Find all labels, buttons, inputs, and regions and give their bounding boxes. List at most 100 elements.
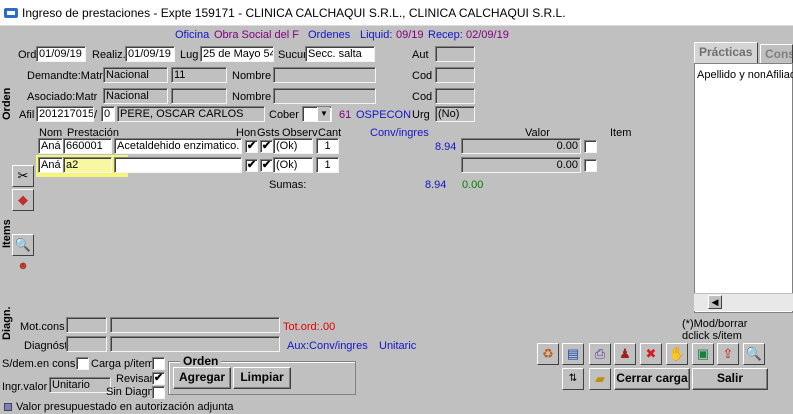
row2-code-field[interactable]: a2 [63, 157, 112, 173]
afil-sub-field[interactable]: 0 [101, 106, 115, 122]
row1-item-checkbox[interactable] [584, 140, 597, 153]
ord-date-field[interactable]: 01/09/19 [36, 46, 86, 62]
sdem-checkbox[interactable] [76, 357, 89, 370]
demandte-nombre-label: Nombre [232, 70, 272, 82]
sucursal-field[interactable]: Secc. salta [305, 46, 375, 62]
row1-nom-field[interactable]: Aná [38, 138, 63, 154]
asociado-cod-field[interactable] [435, 88, 475, 104]
export-icon[interactable]: ⇪ [717, 343, 739, 365]
status-text: Valor presupuestado en autorización adju… [16, 401, 234, 413]
delete-icon[interactable]: ✖ [640, 343, 662, 365]
row2-gsts-checkbox[interactable]: ✔ [260, 159, 273, 172]
ord-label: Ord [18, 49, 37, 61]
stamp-icon[interactable]: ♟ [614, 343, 636, 365]
sindiagn-checkbox[interactable] [152, 386, 165, 399]
dropdown-arrow-icon[interactable]: ▼ [317, 107, 330, 121]
demandte-matr-field[interactable]: Nacional [103, 67, 168, 83]
col-conv-header: Conv/ingres [370, 127, 429, 139]
handshake-icon[interactable]: ✋ [666, 343, 688, 365]
user-icon[interactable]: ☻ [14, 260, 32, 276]
liquid-value: 09/19 [396, 29, 424, 41]
row1-observ-field[interactable]: (Ok) [273, 138, 313, 154]
sdem-label: S/dem.en cons [2, 358, 76, 370]
row1-code-field[interactable]: 660001 [63, 138, 112, 154]
eraser-icon[interactable]: ◆ [12, 189, 34, 211]
tab-practicas[interactable]: Prácticas [694, 42, 758, 64]
demandte-cod-field[interactable] [435, 67, 475, 83]
cerrar-carga-button[interactable]: Cerrar carga [614, 368, 690, 390]
afil-name-field[interactable]: PERE, OSCAR CARLOS [117, 106, 265, 122]
row2-item-checkbox[interactable] [584, 159, 597, 172]
asociado-nombre-label: Nombre [232, 91, 272, 103]
realiz-date-field[interactable]: 01/09/19 [125, 46, 175, 62]
row2-observ-field[interactable]: (Ok) [273, 157, 313, 173]
sumas-label: Sumas: [269, 179, 307, 191]
row1-cant-field[interactable]: 1 [316, 138, 339, 154]
asociado-label: Asociado:Matr [27, 91, 98, 103]
row1-valor-field[interactable]: 0.00 [461, 138, 581, 154]
lugar-field[interactable]: 25 de Mayo 54 [200, 46, 274, 62]
revisar-label: Revisar [116, 373, 154, 385]
folder-icon[interactable]: ▰ [589, 368, 611, 390]
aut-field[interactable] [435, 46, 475, 62]
asociado-cod-label: Cod [412, 91, 433, 103]
row2-hon-checkbox[interactable]: ✔ [245, 159, 258, 172]
orden-group-title: Orden [180, 354, 222, 368]
limpiar-button[interactable]: Limpiar [233, 367, 291, 389]
carga-item-label: Carga p/item [91, 358, 154, 370]
ingr-valor-label: Ingr.valor [2, 381, 48, 393]
window-title: Ingreso de prestaciones - Expte 159171 -… [22, 6, 566, 20]
asociado-matr-field[interactable]: Nacional [103, 88, 168, 104]
diagnost-desc-field[interactable] [110, 336, 280, 352]
urg-field[interactable]: (No) [435, 106, 475, 122]
tab-cons[interactable]: Cons [760, 44, 793, 64]
carga-item-checkbox[interactable] [152, 357, 165, 370]
scroll-left-icon[interactable]: ◀ [708, 295, 722, 309]
sumas-valor: 0.00 [462, 179, 484, 191]
asociado-nombre-field[interactable] [273, 88, 376, 104]
row2-desc-field[interactable] [114, 157, 242, 173]
demandte-nombre-field[interactable] [273, 67, 376, 83]
diagn-section-label: Diagn. [1, 306, 13, 340]
demandte-num-field[interactable]: 11 [171, 67, 227, 83]
obra-social-link[interactable]: Obra Social del F [214, 28, 299, 42]
afil-number-field[interactable]: 201217015 [36, 106, 94, 122]
recep-label: Recep: [428, 29, 463, 41]
sucur-label: Sucur [278, 49, 307, 61]
sort-az-icon[interactable]: ⇅ [562, 368, 584, 390]
money-icon[interactable]: ▣ [692, 343, 714, 365]
agregar-button[interactable]: Agregar [173, 367, 231, 389]
asociado-num-field[interactable] [171, 88, 227, 104]
scissors-icon[interactable]: ✂ [12, 165, 34, 187]
diagnost-code-field[interactable] [66, 336, 107, 352]
motcons-desc-field[interactable] [110, 317, 280, 333]
liquid-label: Liquid: [360, 29, 393, 41]
ordenes-label[interactable]: Ordenes [308, 28, 350, 42]
form-icon[interactable]: ▤ [562, 343, 584, 365]
salir-button[interactable]: Salir [692, 368, 768, 390]
col-afiliado-header: Afiliado [766, 69, 793, 81]
cober-select[interactable]: ▼ [302, 106, 332, 122]
realiz-label: Realiz. [92, 49, 126, 61]
practicas-panel [694, 63, 793, 313]
app-icon [4, 8, 18, 18]
row2-valor-field[interactable]: 0.00 [461, 157, 581, 173]
search-icon[interactable]: 🔍 [743, 343, 765, 365]
row1-gsts-checkbox[interactable]: ✔ [260, 140, 273, 153]
ingr-valor-field[interactable]: Unitario [49, 377, 111, 393]
magnifier-icon[interactable]: 🔍 [12, 234, 34, 256]
row2-nom-field[interactable]: Aná [38, 157, 63, 173]
motcons-code-field[interactable] [66, 317, 107, 333]
revisar-checkbox[interactable]: ✔ [152, 372, 165, 385]
row1-hon-checkbox[interactable]: ✔ [245, 140, 258, 153]
sindiagn-label: Sin Diagn [106, 386, 154, 398]
printer-icon[interactable]: ⎙ [589, 343, 611, 365]
demandte-cod-label: Cod [412, 70, 433, 82]
oficina-label: Oficina [175, 29, 210, 41]
row1-desc-field[interactable]: Acetaldehido enzimatico. [114, 138, 242, 154]
orden-section-label: Orden [1, 87, 13, 120]
status-indicator-icon [4, 403, 12, 411]
refresh-icon[interactable]: ♻ [537, 343, 559, 365]
aut-label: Aut [412, 49, 429, 61]
row2-cant-field[interactable]: 1 [316, 157, 339, 173]
